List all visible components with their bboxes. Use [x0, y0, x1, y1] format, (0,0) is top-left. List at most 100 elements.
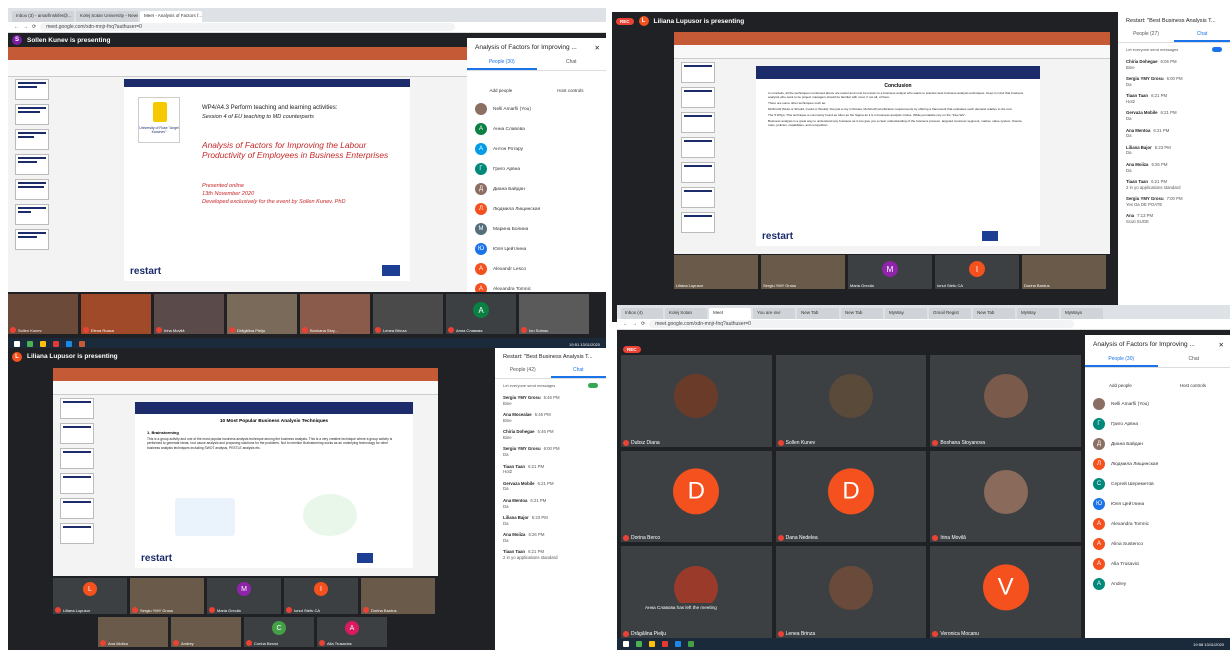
participant-row[interactable]: Л Людмила Лищинская: [467, 199, 606, 219]
tab-chat[interactable]: Chat: [1158, 353, 1230, 367]
browser-tab-active[interactable]: Meet - Analysis of Factors f...: [140, 11, 202, 22]
slide-thumbnail[interactable]: [681, 87, 715, 108]
participant-label: Drăgălina Pielju: [631, 630, 667, 637]
slide-thumbnail[interactable]: [60, 498, 94, 519]
powerpoint-icon[interactable]: [79, 341, 85, 347]
slide-thumbnail[interactable]: [15, 179, 49, 200]
chat-text: Da: [1126, 133, 1132, 139]
folder-icon[interactable]: [649, 641, 655, 647]
participant-row[interactable]: Д Диана Байдан: [1085, 434, 1230, 454]
slide-thumbnail[interactable]: [681, 137, 715, 158]
participant-row[interactable]: A Alexandra Tomnic: [467, 279, 606, 292]
host-controls-button[interactable]: Host controls: [1180, 383, 1206, 388]
slide-thumbnail[interactable]: [15, 129, 49, 150]
tab-chat[interactable]: Chat: [537, 56, 607, 70]
participant-name: Sergiu YMY Grosu: [132, 607, 173, 613]
slide-thumbnail[interactable]: [681, 212, 715, 233]
app-icon[interactable]: [675, 641, 681, 647]
slide-thumbnail[interactable]: [681, 62, 715, 83]
participant-row[interactable]: A Alina Sustenco: [1085, 534, 1230, 554]
slide-thumbnail[interactable]: [15, 104, 49, 125]
tab-people[interactable]: People (27): [1118, 28, 1174, 42]
participant-row[interactable]: Г Григо Арвна: [1085, 414, 1230, 434]
ppt-ribbon: [53, 381, 438, 395]
message-toggle[interactable]: [588, 383, 598, 388]
folder-icon[interactable]: [40, 341, 46, 347]
tab-chat[interactable]: Chat: [550, 364, 606, 378]
forward-icon[interactable]: →: [23, 24, 28, 30]
browser-tab[interactable]: Gmail Regist: [929, 308, 971, 319]
participant-name: Ana Moiiza: [100, 640, 128, 646]
host-controls-button[interactable]: Host controls: [557, 88, 583, 93]
slide-thumbnail[interactable]: [15, 229, 49, 250]
participant-row[interactable]: Л Людмила Лищинская: [1085, 454, 1230, 474]
tab-chat[interactable]: Chat: [1174, 28, 1230, 42]
app-icon[interactable]: [636, 641, 642, 647]
participant-label: Liliana Lupusor: [676, 283, 704, 288]
back-icon[interactable]: ←: [14, 24, 19, 30]
close-icon[interactable]: ✕: [1219, 341, 1224, 349]
slide-thumbnail[interactable]: [681, 162, 715, 183]
app-icon[interactable]: [66, 341, 72, 347]
browser-tab[interactable]: You are invi: [753, 308, 795, 319]
browser-tab[interactable]: Inbox (3) - amarfinskifet@...: [12, 11, 74, 22]
slide-thumbnail[interactable]: [60, 523, 94, 544]
participant-row[interactable]: Ю Юля Цейтлина: [1085, 494, 1230, 514]
participant-row[interactable]: A Andrey: [1085, 574, 1230, 594]
app-icon[interactable]: [688, 641, 694, 647]
tab-people[interactable]: People (30): [467, 56, 537, 70]
participant-row[interactable]: Nelli Amarfii (You): [1085, 394, 1230, 414]
participant-row[interactable]: А Антон Ротару: [467, 139, 606, 159]
reload-icon[interactable]: ⟳: [32, 24, 36, 30]
slide-thumbnail[interactable]: [60, 423, 94, 444]
browser-tab[interactable]: Meet: [709, 308, 751, 319]
participant-row[interactable]: М Марина Болина: [467, 219, 606, 239]
forward-icon[interactable]: →: [632, 321, 637, 327]
app-icon[interactable]: [27, 341, 33, 347]
participant-row[interactable]: Ю Юля Цейтлина: [467, 239, 606, 259]
tab-people[interactable]: People (30): [1085, 353, 1158, 367]
browser-tab[interactable]: Kolej Sotan University - News Ro...: [76, 11, 138, 22]
browser-tab[interactable]: Inbox (4): [621, 308, 663, 319]
slide-thumbnail[interactable]: [60, 473, 94, 494]
browser-tab[interactable]: MyWays: [1061, 308, 1103, 319]
slide-thumbnail[interactable]: [681, 112, 715, 133]
participant-row[interactable]: А Анна Славова: [467, 119, 606, 139]
participant-name: Veronica Mocanu: [932, 630, 979, 637]
slide-thumbnail[interactable]: [15, 79, 49, 100]
browser-tab[interactable]: New Tab: [973, 308, 1015, 319]
presenting-label: Liliana Lupusor is presenting: [27, 353, 118, 360]
browser-tab[interactable]: MyWay: [1017, 308, 1059, 319]
tab-people[interactable]: People (42): [495, 364, 551, 378]
url-field[interactable]: meet.google.com/xdn-mnjr-fnq?authuser=0: [40, 23, 455, 31]
participant-row[interactable]: Д Диана Байдан: [467, 179, 606, 199]
participant-row[interactable]: Г Григо Арвна: [467, 159, 606, 179]
participant-row[interactable]: С Сергей Шереметов: [1085, 474, 1230, 494]
url-field[interactable]: meet.google.com/xdn-mnjr-fnq?authuser=0: [649, 320, 1075, 328]
participant-row[interactable]: A Alla Trusavici: [1085, 554, 1230, 574]
logo-text: University of Ruse "Angel Kanchev": [139, 126, 179, 134]
participant-row[interactable]: A Alexandra Tomnic: [1085, 514, 1230, 534]
slide-thumbnail[interactable]: [15, 154, 49, 175]
participant-row[interactable]: A Alexandr Lesco: [467, 259, 606, 279]
start-icon[interactable]: [14, 341, 20, 347]
browser-tab[interactable]: MyWay: [885, 308, 927, 319]
close-icon[interactable]: ✕: [595, 44, 600, 52]
slide-thumbnail[interactable]: [60, 448, 94, 469]
add-people-button[interactable]: Add people: [489, 88, 512, 93]
participant-name: Ionut Stefu CA: [937, 283, 963, 288]
start-icon[interactable]: [623, 641, 629, 647]
participant-row[interactable]: Nelli Amarfii (You): [467, 99, 606, 119]
back-icon[interactable]: ←: [623, 321, 628, 327]
slide-thumbnail[interactable]: [681, 187, 715, 208]
chrome-icon[interactable]: [662, 641, 668, 647]
browser-tab[interactable]: Kolej Sotan: [665, 308, 707, 319]
browser-tab[interactable]: New Tab: [841, 308, 883, 319]
reload-icon[interactable]: ⟳: [641, 321, 645, 327]
slide-thumbnail[interactable]: [60, 398, 94, 419]
message-toggle[interactable]: [1212, 47, 1222, 52]
slide-thumbnail[interactable]: [15, 204, 49, 225]
add-people-button[interactable]: Add people: [1109, 383, 1132, 388]
chrome-icon[interactable]: [53, 341, 59, 347]
browser-tab[interactable]: New Tab: [797, 308, 839, 319]
